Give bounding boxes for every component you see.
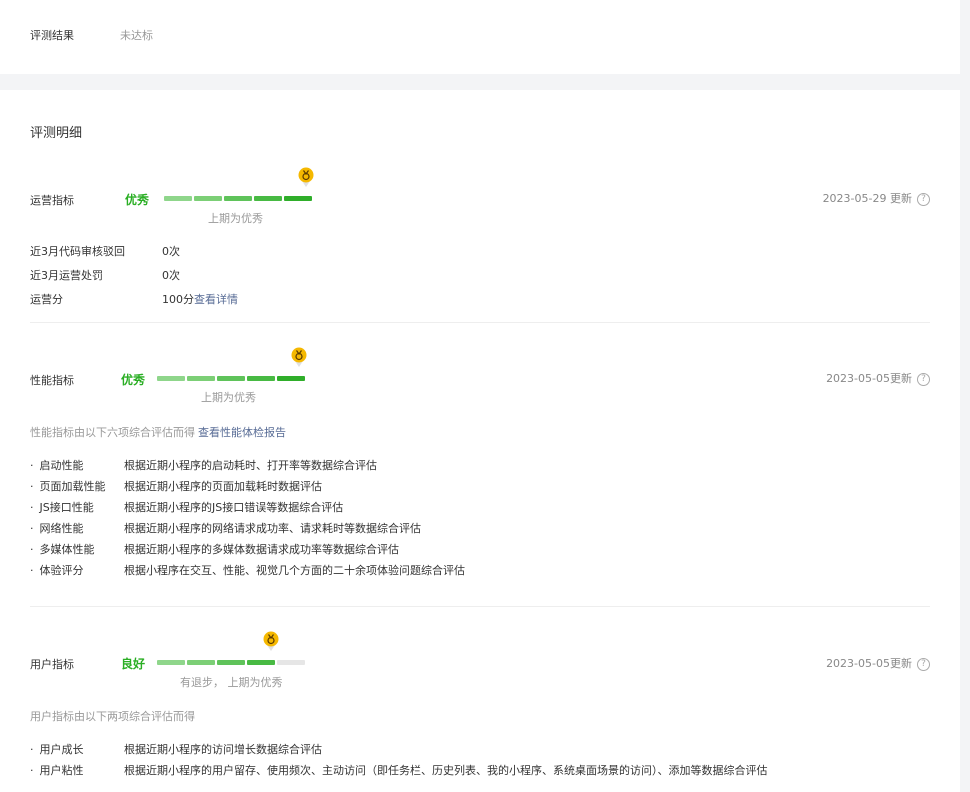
- user-date-wrap: 2023-05-05更新?: [826, 655, 930, 671]
- user-name: 用户指标: [30, 658, 74, 671]
- question-circle-icon[interactable]: ?: [917, 657, 930, 671]
- operation-seg-1: [164, 196, 192, 201]
- result-value: 未达标: [120, 29, 153, 42]
- operation-name: 运营指标: [30, 194, 74, 207]
- divider: [30, 322, 930, 323]
- question-circle-icon[interactable]: ?: [917, 192, 930, 206]
- medal-badge-icon: [298, 167, 314, 187]
- performance-item-name: 体验评分: [30, 562, 84, 578]
- operation-row-value: 0次: [162, 245, 180, 258]
- user-seg-3: [217, 660, 245, 665]
- user-seg-2: [187, 660, 215, 665]
- performance-item-name: 启动性能: [30, 457, 84, 473]
- medal-badge-icon: [263, 631, 279, 651]
- user-seg-4: [247, 660, 275, 665]
- performance-item-desc: 根据小程序在交互、性能、视觉几个方面的二十余项体验问题综合评估: [124, 564, 465, 577]
- performance-item-desc: 根据近期小程序的页面加载耗时数据评估: [124, 480, 322, 493]
- performance-item-desc: 根据近期小程序的启动耗时、打开率等数据综合评估: [124, 459, 377, 472]
- operation-seg-3: [224, 196, 252, 201]
- performance-date: 2023-05-05更新: [826, 372, 912, 385]
- performance-item-name: 页面加载性能: [30, 478, 106, 494]
- performance-seg-5: [277, 376, 305, 381]
- result-card: 评测结果 未达标: [0, 0, 960, 74]
- performance-date-wrap: 2023-05-05更新?: [826, 370, 930, 386]
- operation-seg-5: [284, 196, 312, 201]
- operation-seg-2: [194, 196, 222, 201]
- user-item-desc: 根据近期小程序的用户留存、使用频次、主动访问（即任务栏、历史列表、我的小程序、系…: [124, 764, 768, 777]
- operation-grade: 优秀: [125, 193, 150, 207]
- operation-date: 2023-05-29 更新: [822, 192, 912, 205]
- view-details-link[interactable]: 查看详情: [194, 293, 238, 306]
- performance-item-name: JS接口性能: [30, 499, 94, 515]
- performance-seg-3: [217, 376, 245, 381]
- user-desc: 用户指标由以下两项综合评估而得: [30, 710, 195, 723]
- operation-score-wrap: 100分查看详情: [162, 291, 238, 307]
- question-circle-icon[interactable]: ?: [917, 372, 930, 386]
- performance-item-name: 网络性能: [30, 520, 84, 536]
- user-item-desc: 根据近期小程序的访问增长数据综合评估: [124, 743, 322, 756]
- user-grade: 良好: [121, 657, 146, 671]
- operation-progress-bar: [164, 196, 312, 201]
- performance-seg-2: [187, 376, 215, 381]
- operation-row-label: 近3月代码审核驳回: [30, 245, 125, 258]
- user-progress-bar: [157, 660, 305, 665]
- user-date: 2023-05-05更新: [826, 657, 912, 670]
- operation-date-wrap: 2023-05-29 更新?: [823, 190, 930, 206]
- user-item-name: 用户成长: [30, 741, 84, 757]
- operation-previous: 上期为优秀: [208, 212, 263, 225]
- performance-item-desc: 根据近期小程序的JS接口错误等数据综合评估: [124, 501, 344, 514]
- user-seg-1: [157, 660, 185, 665]
- performance-name: 性能指标: [30, 374, 74, 387]
- performance-seg-4: [247, 376, 275, 381]
- details-title: 评测明细: [30, 126, 83, 141]
- performance-grade: 优秀: [121, 373, 146, 387]
- performance-item-desc: 根据近期小程序的多媒体数据请求成功率等数据综合评估: [124, 543, 399, 556]
- operation-row-label: 运营分: [30, 293, 63, 306]
- performance-progress-bar: [157, 376, 305, 381]
- performance-item-desc: 根据近期小程序的网络请求成功率、请求耗时等数据综合评估: [124, 522, 421, 535]
- performance-desc: 性能指标由以下六项综合评估而得: [30, 426, 195, 439]
- user-seg-5: [277, 660, 305, 665]
- details-card: 评测明细 运营指标 优秀 上期为优秀 2023-05-29 更新? 近3月代码审…: [0, 90, 960, 792]
- user-item-name: 用户粘性: [30, 762, 84, 778]
- performance-item-name: 多媒体性能: [30, 541, 95, 557]
- user-previous: 有退步， 上期为优秀: [180, 676, 283, 689]
- performance-report-link[interactable]: 查看性能体检报告: [198, 424, 286, 440]
- operation-row-label: 近3月运营处罚: [30, 269, 103, 282]
- operation-score-value: 100分: [162, 293, 194, 306]
- medal-badge-icon: [291, 347, 307, 367]
- operation-row-value: 0次: [162, 269, 180, 282]
- operation-seg-4: [254, 196, 282, 201]
- performance-seg-1: [157, 376, 185, 381]
- divider: [30, 606, 930, 607]
- performance-previous: 上期为优秀: [201, 391, 256, 404]
- result-label: 评测结果: [30, 29, 74, 42]
